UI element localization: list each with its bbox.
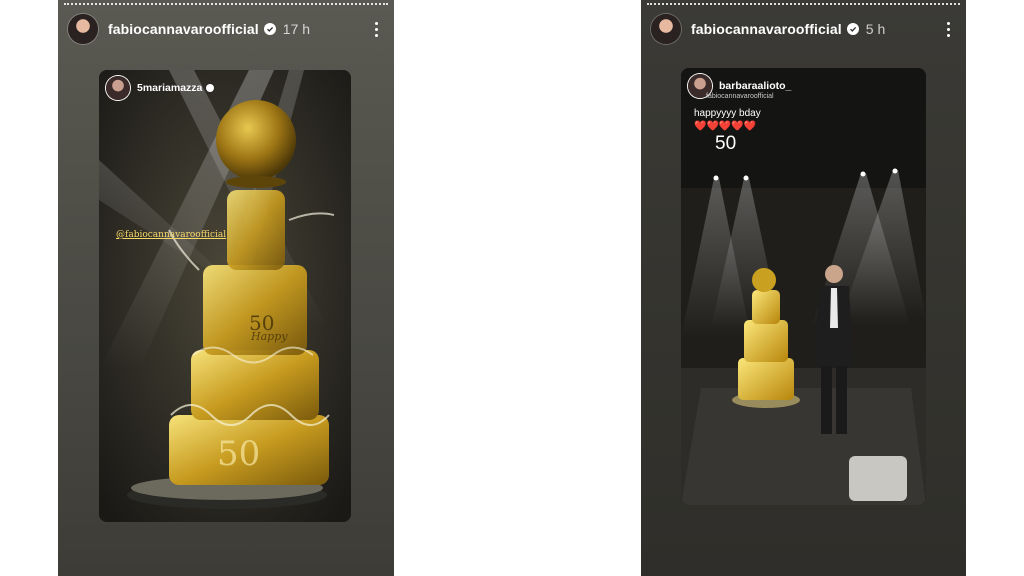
mention-sticker[interactable]: @fabiocannavaroofficial <box>116 230 226 240</box>
story-progress-bar <box>64 3 388 7</box>
story-header: fabiocannavaroofficial 17 h <box>68 12 384 46</box>
verified-badge-icon <box>846 23 859 35</box>
profile-avatar[interactable] <box>68 14 98 44</box>
reshared-user-avatar <box>106 76 130 100</box>
svg-text:Happy: Happy <box>250 330 288 343</box>
post-time: 5 h <box>865 21 886 37</box>
svg-text:50: 50 <box>217 434 260 474</box>
birthday-number: 50 <box>715 133 737 154</box>
reshared-story-card[interactable]: barbaraalioto_ fabiocannavaroofficial ha… <box>681 68 926 505</box>
hearts-emoji: ❤️❤️❤️❤️❤️ <box>694 121 757 132</box>
tagged-user[interactable]: fabiocannavaroofficial <box>706 93 774 100</box>
reshared-username: 5mariamazza <box>137 82 203 94</box>
post-time: 17 h <box>282 21 311 37</box>
reshared-username: barbaraalioto_ <box>719 80 792 92</box>
username[interactable]: fabiocannavaroofficial <box>108 21 259 37</box>
profile-avatar[interactable] <box>651 14 681 44</box>
reshared-story-card[interactable]: 50 Happy 50 5mariamazza @fabiocannavaroo… <box>99 70 351 522</box>
reshared-user[interactable]: 5mariamazza <box>106 76 215 100</box>
verified-badge-icon <box>263 23 276 35</box>
story-panel-right: fabiocannavaroofficial 5 h barbaraalioto… <box>641 0 966 576</box>
story-caption: happyyyy bday <box>694 108 761 119</box>
story-panel-left: fabiocannavaroofficial 17 h 50 Happy 50 … <box>58 0 394 576</box>
story-text-overlay: fabiocannavaroofficial happyyyy bday ❤️❤… <box>694 93 774 155</box>
story-progress-bar <box>647 3 960 7</box>
username[interactable]: fabiocannavaroofficial <box>691 21 842 37</box>
story-header: fabiocannavaroofficial 5 h <box>651 12 956 46</box>
cake-photo: 50 Happy 50 <box>99 70 351 522</box>
more-options-icon[interactable] <box>368 19 384 39</box>
more-options-icon[interactable] <box>940 19 956 39</box>
verified-badge-icon <box>206 84 215 92</box>
